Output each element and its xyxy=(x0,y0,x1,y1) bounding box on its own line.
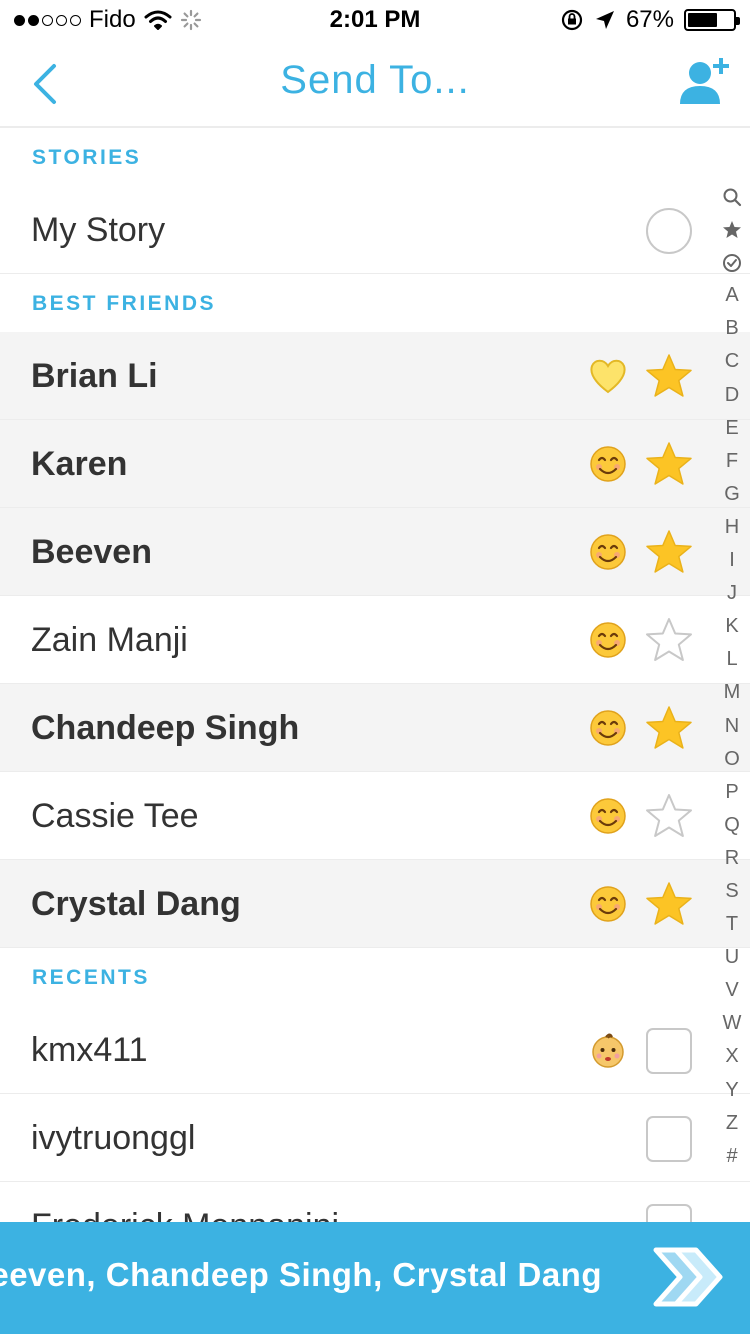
list-item[interactable]: kmx411 xyxy=(0,1006,750,1094)
index-letter[interactable]: Y xyxy=(714,1074,750,1107)
add-friend-button[interactable] xyxy=(678,56,734,108)
star-toggle[interactable] xyxy=(644,880,694,930)
page-title: Send To... xyxy=(280,58,470,102)
index-search-icon[interactable] xyxy=(714,180,750,213)
index-letter[interactable]: O xyxy=(714,743,750,776)
send-bar[interactable]: Brian Li, Karen, Beeven, Chandeep Singh,… xyxy=(0,1222,750,1334)
select-checkbox[interactable] xyxy=(644,1026,694,1076)
index-letter[interactable]: I xyxy=(714,544,750,577)
friend-name: My Story xyxy=(31,211,166,249)
star-toggle[interactable] xyxy=(644,792,694,842)
index-letter[interactable]: X xyxy=(714,1040,750,1073)
friend-name: Chandeep Singh xyxy=(31,709,300,747)
list-item[interactable]: Beeven xyxy=(0,508,750,596)
smiling-face-icon xyxy=(588,796,628,836)
star-toggle[interactable] xyxy=(644,616,694,666)
battery-icon xyxy=(684,9,740,31)
index-letter[interactable]: D xyxy=(714,379,750,412)
orientation-lock-icon xyxy=(561,9,583,31)
friend-name: Brian Li xyxy=(31,357,158,395)
index-check-circle-icon[interactable] xyxy=(714,246,750,279)
index-letter[interactable]: R xyxy=(714,842,750,875)
index-letter[interactable]: # xyxy=(714,1140,750,1173)
friend-name: ivytruonggl xyxy=(31,1119,196,1157)
index-letter[interactable]: M xyxy=(714,676,750,709)
index-letter[interactable]: C xyxy=(714,345,750,378)
list-item[interactable]: ivytruonggl xyxy=(0,1094,750,1182)
selected-recipients: Brian Li, Karen, Beeven, Chandeep Singh,… xyxy=(0,1256,602,1293)
index-letter[interactable]: F xyxy=(714,445,750,478)
list-item[interactable]: Brian Li xyxy=(0,332,750,420)
friend-name: Zain Manji xyxy=(31,621,188,659)
index-letter[interactable]: B xyxy=(714,312,750,345)
smiling-face-icon xyxy=(588,884,628,924)
add-friend-icon xyxy=(680,58,729,104)
select-checkbox[interactable] xyxy=(644,1114,694,1164)
index-letter[interactable]: J xyxy=(714,577,750,610)
select-checkbox[interactable] xyxy=(644,1202,694,1222)
index-letter[interactable]: K xyxy=(714,610,750,643)
index-letter[interactable]: S xyxy=(714,875,750,908)
location-arrow-icon xyxy=(595,11,614,29)
friend-name: Cassie Tee xyxy=(31,797,199,835)
friend-name: Karen xyxy=(31,445,128,483)
star-toggle[interactable] xyxy=(644,440,694,490)
status-bar-right: 67% xyxy=(560,6,740,34)
yellow-heart-icon xyxy=(588,356,628,396)
recipient-list[interactable]: STORIES My Story BEST FRIENDS Brian Li Ka… xyxy=(0,128,750,1222)
index-letter[interactable]: Q xyxy=(714,809,750,842)
list-item[interactable]: My Story xyxy=(0,186,750,274)
story-select-toggle[interactable] xyxy=(644,206,694,256)
battery-percent: 67% xyxy=(625,6,674,33)
friend-name: Beeven xyxy=(31,533,152,571)
index-letter[interactable]: L xyxy=(714,643,750,676)
list-item[interactable]: Zain Manji xyxy=(0,596,750,684)
index-letter[interactable]: P xyxy=(714,776,750,809)
index-letter[interactable]: E xyxy=(714,412,750,445)
index-letter[interactable]: V xyxy=(714,974,750,1007)
list-item[interactable]: Frederick Mennanini xyxy=(0,1182,750,1222)
baby-face-icon xyxy=(588,1030,628,1070)
smiling-face-icon xyxy=(588,444,628,484)
index-letter[interactable]: G xyxy=(714,478,750,511)
index-letter[interactable]: Z xyxy=(714,1107,750,1140)
double-chevron-right-icon xyxy=(653,1247,723,1307)
star-toggle[interactable] xyxy=(644,352,694,402)
section-header-stories: STORIES xyxy=(32,146,142,169)
index-letter[interactable]: A xyxy=(714,279,750,312)
alphabet-index[interactable]: A B C D E F G H I J K L M N O P Q R S T U V W X Y Z # xyxy=(714,180,750,1173)
status-bar: Fido 2:01 PM 67% xyxy=(0,0,750,40)
index-star-icon[interactable] xyxy=(714,213,750,246)
list-item[interactable]: Crystal Dang xyxy=(0,860,750,948)
star-toggle[interactable] xyxy=(644,528,694,578)
index-letter[interactable]: H xyxy=(714,511,750,544)
list-item[interactable]: Chandeep Singh xyxy=(0,684,750,772)
index-letter[interactable]: U xyxy=(714,941,750,974)
friend-name: Crystal Dang xyxy=(31,885,241,923)
list-item[interactable]: Cassie Tee xyxy=(0,772,750,860)
section-header-recents: RECENTS xyxy=(32,966,150,989)
send-button[interactable] xyxy=(650,1244,726,1310)
index-letter[interactable]: N xyxy=(714,710,750,743)
smiling-face-icon xyxy=(588,532,628,572)
smiling-face-icon xyxy=(588,708,628,748)
index-letter[interactable]: T xyxy=(714,908,750,941)
index-letter[interactable]: W xyxy=(714,1007,750,1040)
friend-name: Frederick Mennanini xyxy=(31,1207,339,1222)
star-toggle[interactable] xyxy=(644,704,694,754)
section-header-best-friends: BEST FRIENDS xyxy=(32,292,217,315)
friend-name: kmx411 xyxy=(31,1031,148,1069)
list-item[interactable]: Karen xyxy=(0,420,750,508)
nav-bar: Send To... xyxy=(0,40,750,128)
smiling-face-icon xyxy=(588,620,628,660)
